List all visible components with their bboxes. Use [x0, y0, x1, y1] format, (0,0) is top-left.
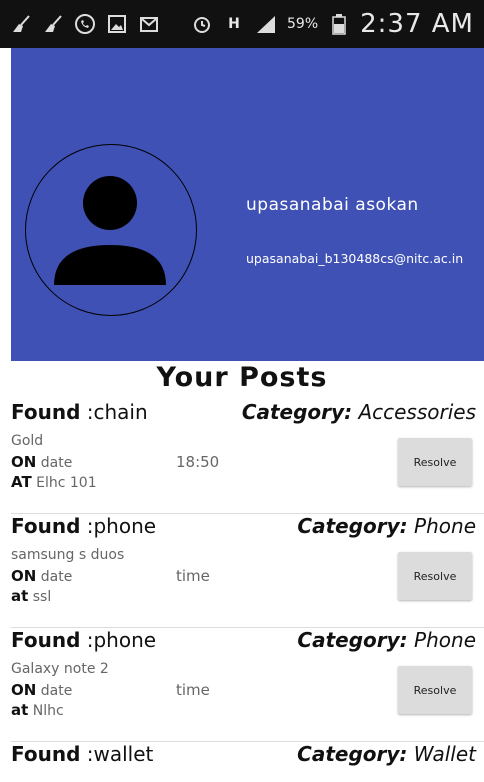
post-item: :phone [86, 514, 157, 538]
post-card: Found :chain Category: Accessories Gold … [11, 400, 484, 514]
post-description: samsung s duos [11, 547, 125, 563]
post-location: AT Elhc 101 [11, 473, 97, 491]
section-title: Your Posts [156, 362, 328, 393]
signal-icon [255, 13, 277, 35]
post-category: Category: Phone [297, 628, 476, 652]
notification-icons [10, 13, 160, 35]
post-item: :wallet [86, 742, 154, 766]
clock: 2:37 AM [360, 9, 474, 39]
post-description: Galaxy note 2 [11, 661, 109, 677]
resolve-button[interactable]: Resolve [398, 552, 472, 600]
network-h-icon: H [228, 16, 240, 32]
post-date: ON date [11, 567, 73, 585]
profile-email: upasanabai_b130488cs@nitc.ac.in [246, 251, 464, 266]
post-category: Category: Wallet [297, 742, 476, 766]
post-found: Found :chain [11, 400, 148, 424]
broom-icon [10, 13, 32, 35]
whatsapp-icon [74, 13, 96, 35]
post-found: Found :phone [11, 514, 157, 538]
post-found: Found :wallet [11, 742, 154, 766]
post-card: Found :wallet Category: Wallet [11, 742, 484, 782]
post-location: at Nlhc [11, 701, 64, 719]
battery-percent: 59% [287, 16, 319, 32]
post-item: :chain [86, 400, 148, 424]
post-description: Gold [11, 433, 44, 449]
post-found: Found :phone [11, 628, 157, 652]
person-icon [54, 176, 166, 285]
profile-name: upasanabai asokan [246, 195, 419, 215]
post-card: Found :phone Category: Phone samsung s d… [11, 514, 484, 628]
status-bar: H 59% 2:37 AM [0, 0, 484, 48]
post-time: time [176, 681, 210, 699]
image-icon [106, 13, 128, 35]
profile-header: upasanabai asokan upasanabai_b130488cs@n… [11, 48, 484, 361]
post-item: :phone [86, 628, 157, 652]
system-icons: H 59% 2:37 AM [191, 9, 474, 39]
alarm-icon [191, 13, 213, 35]
battery-icon [328, 13, 350, 35]
resolve-button[interactable]: Resolve [398, 666, 472, 714]
resolve-button[interactable]: Resolve [398, 438, 472, 486]
post-time: 18:50 [176, 453, 220, 471]
post-location: at ssl [11, 587, 52, 605]
post-date: ON date [11, 453, 73, 471]
post-time: time [176, 567, 210, 585]
broom-icon [42, 13, 64, 35]
post-category: Category: Accessories [241, 400, 476, 424]
post-category: Category: Phone [297, 514, 476, 538]
avatar[interactable] [25, 144, 197, 316]
post-card: Found :phone Category: Phone Galaxy note… [11, 628, 484, 742]
gmail-icon [138, 13, 160, 35]
post-date: ON date [11, 681, 73, 699]
